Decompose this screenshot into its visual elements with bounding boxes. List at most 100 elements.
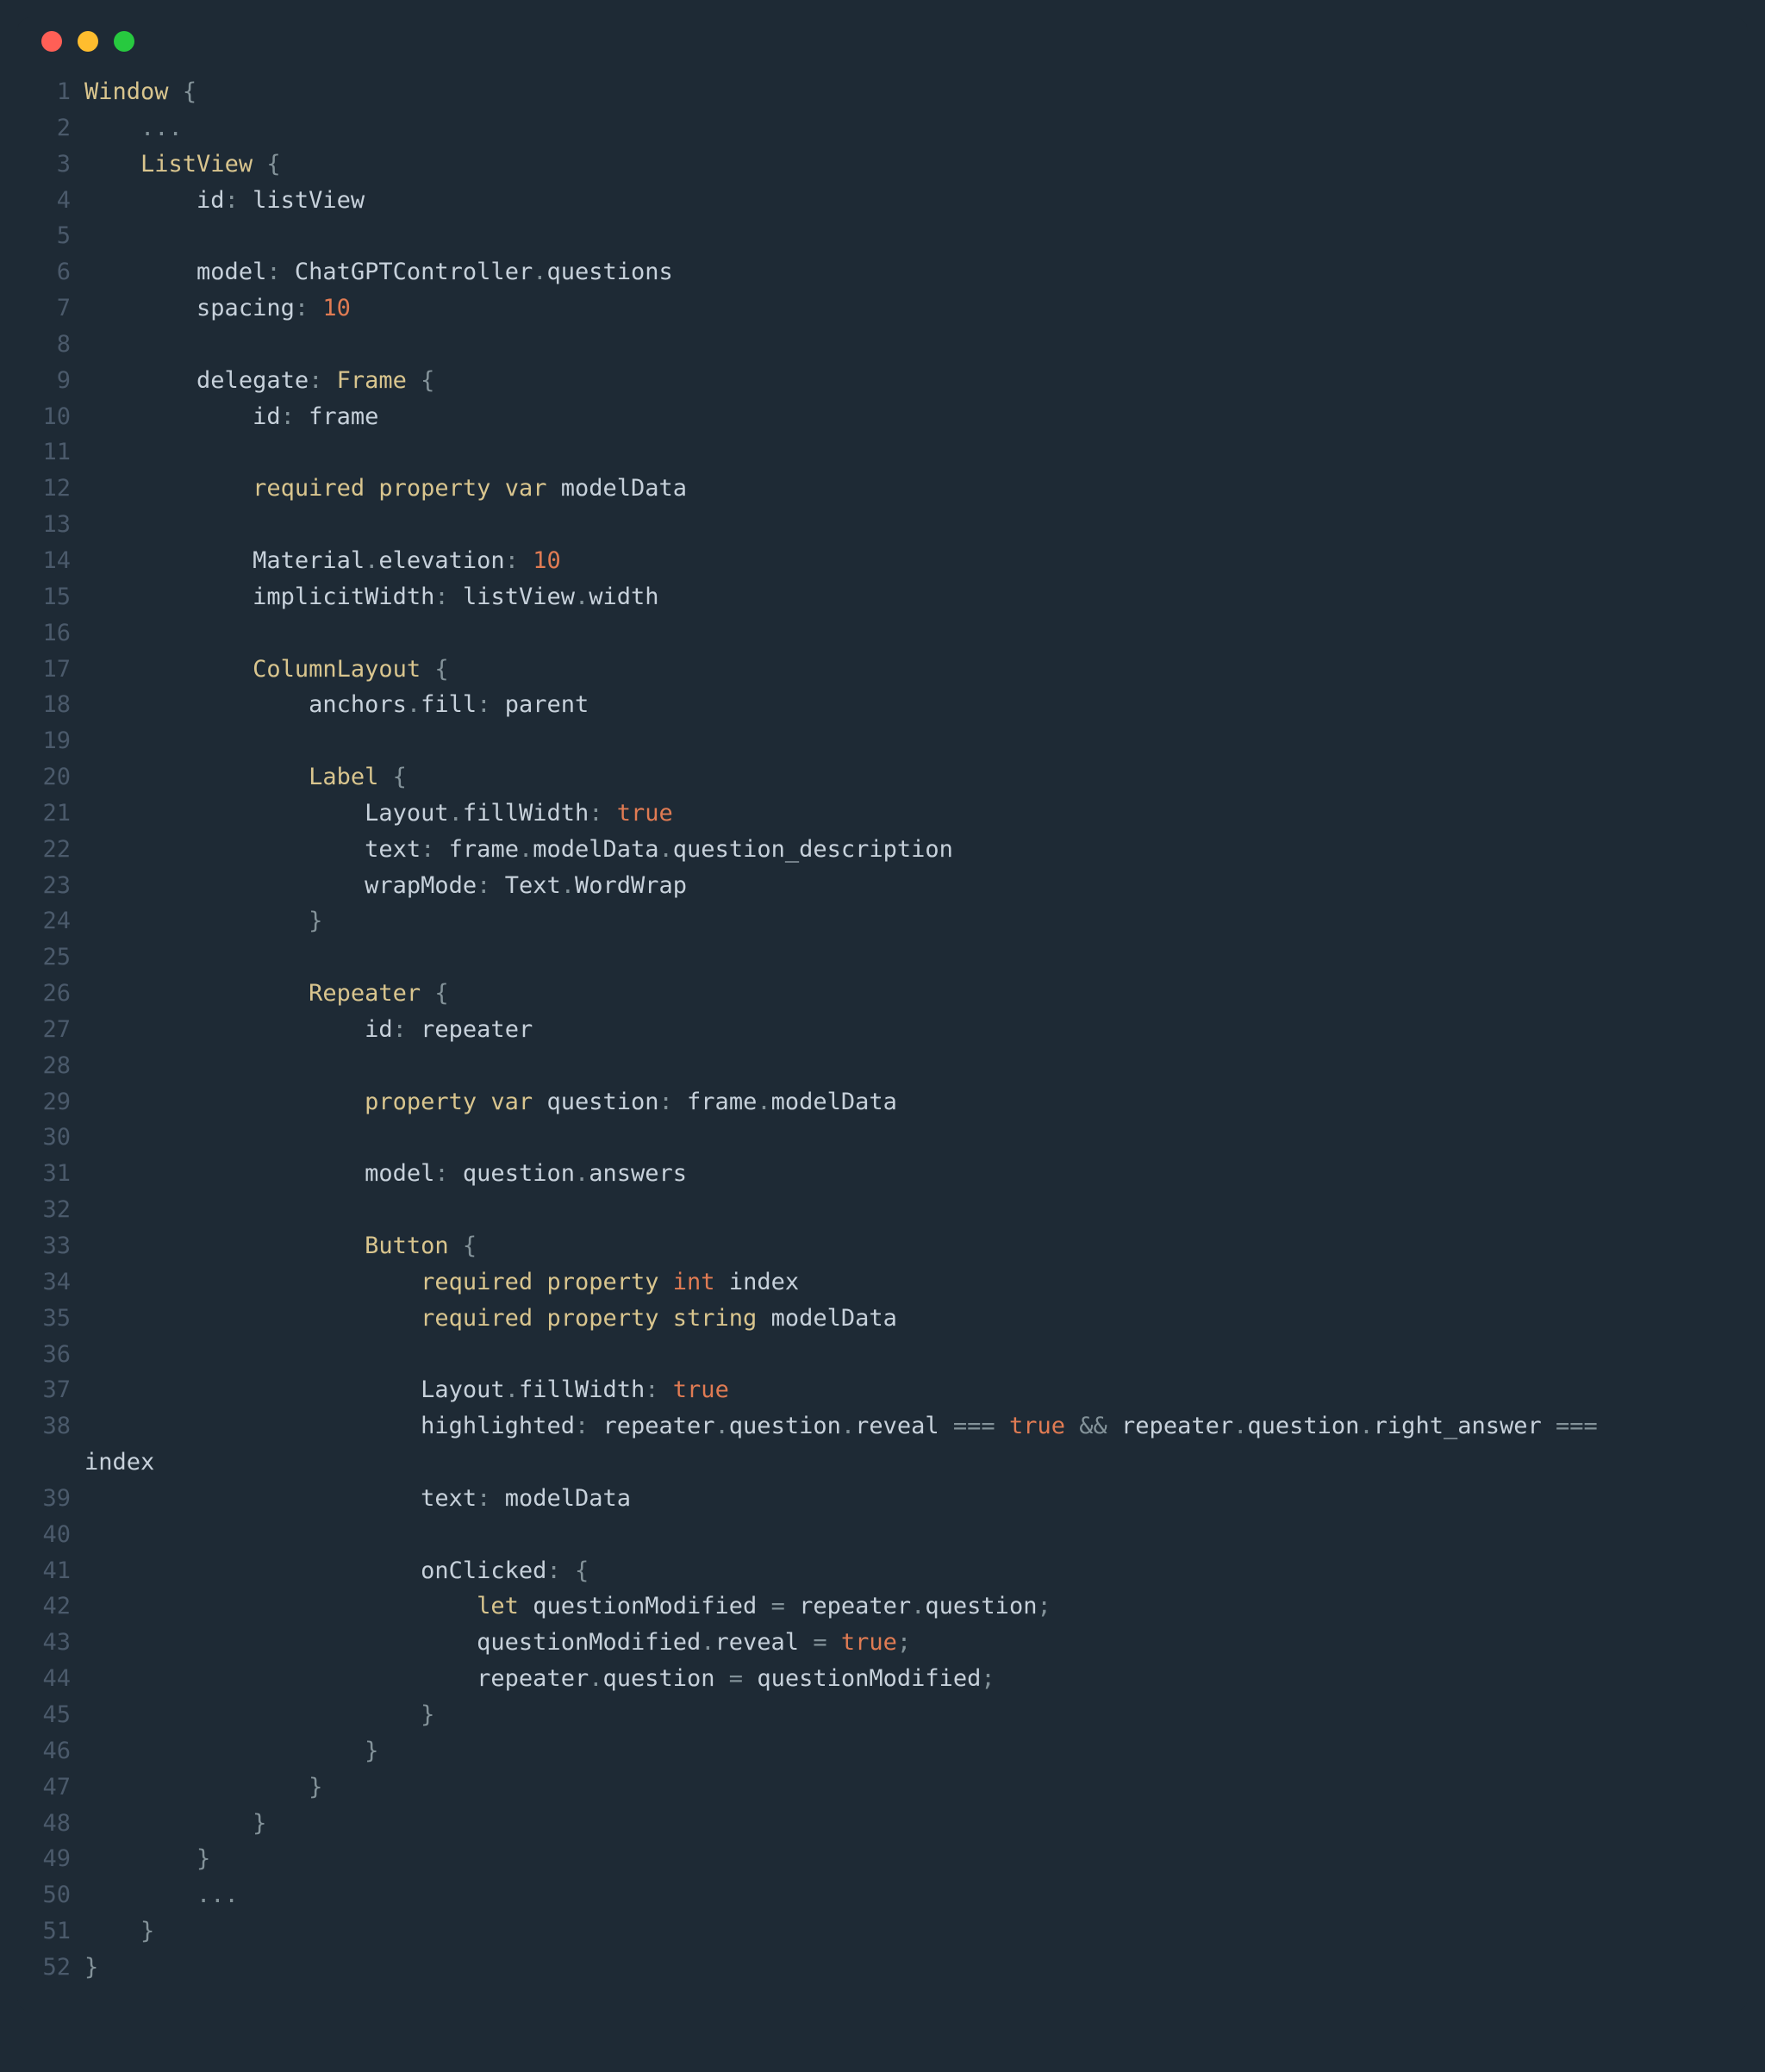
token-punc: ; (981, 1665, 995, 1692)
line-number: 21 (17, 796, 71, 832)
token-num: 10 (533, 547, 561, 574)
token-bool: true (841, 1629, 897, 1656)
token-id: questionModified (757, 1665, 981, 1692)
code-line: let questionModified = repeater.question… (84, 1588, 1748, 1625)
token-punc: . (449, 800, 463, 827)
token-punc: : (477, 691, 490, 718)
token-prop: text (365, 836, 421, 863)
token-punc: . (659, 836, 673, 863)
token-type: ColumnLayout (253, 656, 421, 683)
token-prop: fillWidth (463, 800, 589, 827)
line-number: 29 (17, 1084, 71, 1120)
token-punc: : (546, 1557, 560, 1584)
line-number: 20 (17, 759, 71, 796)
token-op: = (813, 1629, 826, 1656)
line-number: 3 (17, 147, 71, 183)
line-number: 28 (17, 1048, 71, 1084)
code-line: anchors.fill: parent (84, 687, 1748, 723)
token-op: === (1556, 1413, 1598, 1439)
token-prop: fill (421, 691, 477, 718)
token-int: int (673, 1269, 715, 1295)
code-line: repeater.question = questionModified; (84, 1661, 1748, 1697)
line-number: 49 (17, 1841, 71, 1877)
line-number: 24 (17, 903, 71, 939)
token-id: repeater (477, 1665, 589, 1692)
code-line: text: modelData (84, 1481, 1748, 1517)
line-number: 23 (17, 868, 71, 904)
line-number: 42 (17, 1588, 71, 1625)
token-prop: id (253, 403, 281, 430)
token-id: width (589, 584, 658, 610)
editor-window: 1234567891011121314151617181920212223242… (17, 17, 1748, 2012)
code-content[interactable]: Window { ... ListView { id: listView mod… (84, 74, 1748, 1986)
token-punc: : (645, 1376, 658, 1403)
line-number: 22 (17, 832, 71, 868)
token-kw: property (378, 475, 490, 502)
token-id: modelData (771, 1305, 897, 1332)
token-id: modelData (533, 836, 658, 863)
token-punc: : (434, 1160, 448, 1187)
token-kw: var (490, 1089, 533, 1115)
code-line: property var question: frame.modelData (84, 1084, 1748, 1120)
code-line: ListView { (84, 147, 1748, 183)
code-line: Window { (84, 74, 1748, 110)
code-line: questionModified.reveal = true; (84, 1625, 1748, 1661)
token-id: Layout (421, 1376, 505, 1403)
code-editor[interactable]: 1234567891011121314151617181920212223242… (17, 66, 1748, 2012)
maximize-icon[interactable] (114, 31, 134, 52)
minimize-icon[interactable] (78, 31, 98, 52)
token-bool: true (1009, 1413, 1065, 1439)
token-id: parent (505, 691, 589, 718)
token-punc: ... (196, 1882, 239, 1908)
token-id: repeater (1121, 1413, 1233, 1439)
token-punc: } (309, 1774, 322, 1801)
code-line: spacing: 10 (84, 290, 1748, 327)
line-number: 39 (17, 1481, 71, 1517)
line-number: 13 (17, 507, 71, 543)
token-id: right_answer (1374, 1413, 1542, 1439)
token-prop: elevation (378, 547, 504, 574)
token-punc: . (757, 1089, 770, 1115)
token-punc: . (1233, 1413, 1247, 1439)
code-line: model: ChatGPTController.questions (84, 254, 1748, 290)
token-punc: . (561, 872, 575, 899)
line-number: 44 (17, 1661, 71, 1697)
code-line: ... (84, 1877, 1748, 1913)
token-id: index (84, 1449, 154, 1476)
token-type: Repeater (309, 980, 421, 1007)
token-punc: . (911, 1593, 925, 1620)
line-number: 33 (17, 1228, 71, 1264)
token-prop: implicitWidth (253, 584, 434, 610)
token-id: Layout (365, 800, 449, 827)
token-id: questionModified (477, 1629, 701, 1656)
code-line: required property var modelData (84, 471, 1748, 507)
code-line: id: repeater (84, 1012, 1748, 1048)
token-type: Window (84, 78, 169, 105)
code-line: Material.elevation: 10 (84, 543, 1748, 579)
token-punc: : (434, 584, 448, 610)
code-line: } (84, 1697, 1748, 1733)
token-kw: required (421, 1269, 533, 1295)
token-punc: : (309, 367, 322, 394)
token-kw: required (253, 475, 365, 502)
token-id: listView (463, 584, 575, 610)
token-op: && (1079, 1413, 1107, 1439)
token-punc: ; (897, 1629, 911, 1656)
token-op: === (953, 1413, 995, 1439)
code-line (84, 434, 1748, 471)
token-id: question (925, 1593, 1037, 1620)
token-punc: : (421, 836, 434, 863)
line-number: 31 (17, 1156, 71, 1192)
token-punc: : (393, 1016, 407, 1043)
code-line: } (84, 1733, 1748, 1769)
token-id: Text (505, 872, 561, 899)
code-line (84, 1337, 1748, 1373)
code-line: Layout.fillWidth: true (84, 796, 1748, 832)
close-icon[interactable] (41, 31, 62, 52)
token-punc: . (701, 1629, 714, 1656)
line-number: 18 (17, 687, 71, 723)
token-punc: : (477, 1485, 490, 1512)
line-number: 51 (17, 1913, 71, 1950)
line-number: 34 (17, 1264, 71, 1301)
token-prop: text (421, 1485, 477, 1512)
